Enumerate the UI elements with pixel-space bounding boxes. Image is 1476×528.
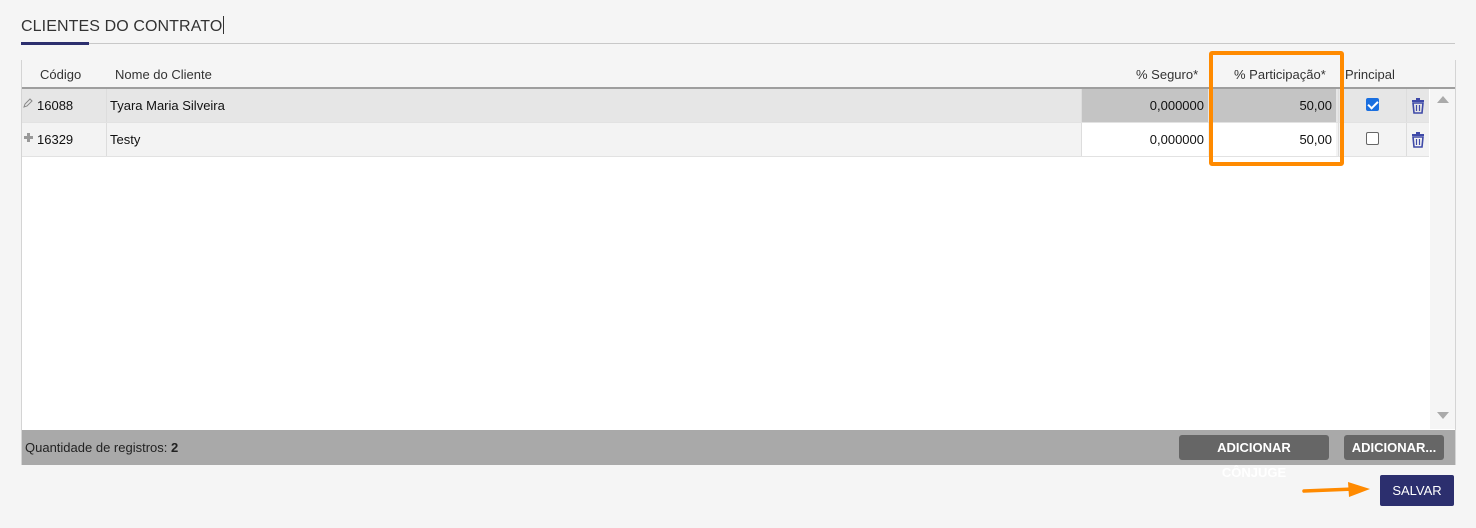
cell-code[interactable]: 16329 [36,123,107,156]
scroll-up-icon[interactable] [1437,96,1449,103]
column-header-name[interactable]: Nome do Cliente [115,67,212,82]
cell-name[interactable]: Testy [106,123,1085,156]
pencil-icon [22,89,34,122]
section-title-text: CLIENTES DO CONTRATO [21,18,223,35]
trash-icon[interactable] [1411,132,1425,148]
principal-checkbox[interactable] [1366,132,1379,145]
cell-seguro[interactable]: 0,000000 [1081,89,1208,122]
cell-name[interactable]: Tyara Maria Silveira [106,89,1085,122]
column-header-seguro[interactable]: % Seguro* [1136,67,1198,82]
text-cursor [223,16,225,34]
cell-principal [1338,89,1407,122]
grid-footer: Quantidade de registros: 2 ADICIONAR CÔN… [22,430,1455,480]
column-header-principal[interactable]: Principal [1345,67,1395,82]
vertical-scrollbar[interactable] [1430,89,1455,429]
cell-principal [1338,123,1407,156]
plus-icon [22,123,34,156]
principal-checkbox[interactable] [1366,98,1379,111]
save-button[interactable]: SALVAR [1380,475,1454,506]
scroll-down-icon[interactable] [1437,412,1449,419]
records-label: Quantidade de registros: [25,440,168,455]
cell-delete [1406,123,1430,156]
title-divider [21,43,1455,44]
arrow-right-icon [1302,482,1370,497]
title-accent-bar [21,42,89,45]
add-spouse-button[interactable]: ADICIONAR CÔNJUGE [1179,435,1329,480]
trash-icon[interactable] [1411,98,1425,114]
column-header-code[interactable]: Código [40,67,81,82]
cell-code[interactable]: 16088 [36,89,107,122]
participacao-highlight-box [1209,51,1344,166]
records-count-text: Quantidade de registros: 2 [25,440,178,455]
records-count: 2 [171,440,179,455]
cell-delete [1406,89,1430,122]
add-client-button[interactable]: ADICIONAR... [1344,435,1444,460]
section-title: CLIENTES DO CONTRATO [21,16,225,36]
cell-seguro[interactable]: 0,000000 [1081,123,1208,156]
